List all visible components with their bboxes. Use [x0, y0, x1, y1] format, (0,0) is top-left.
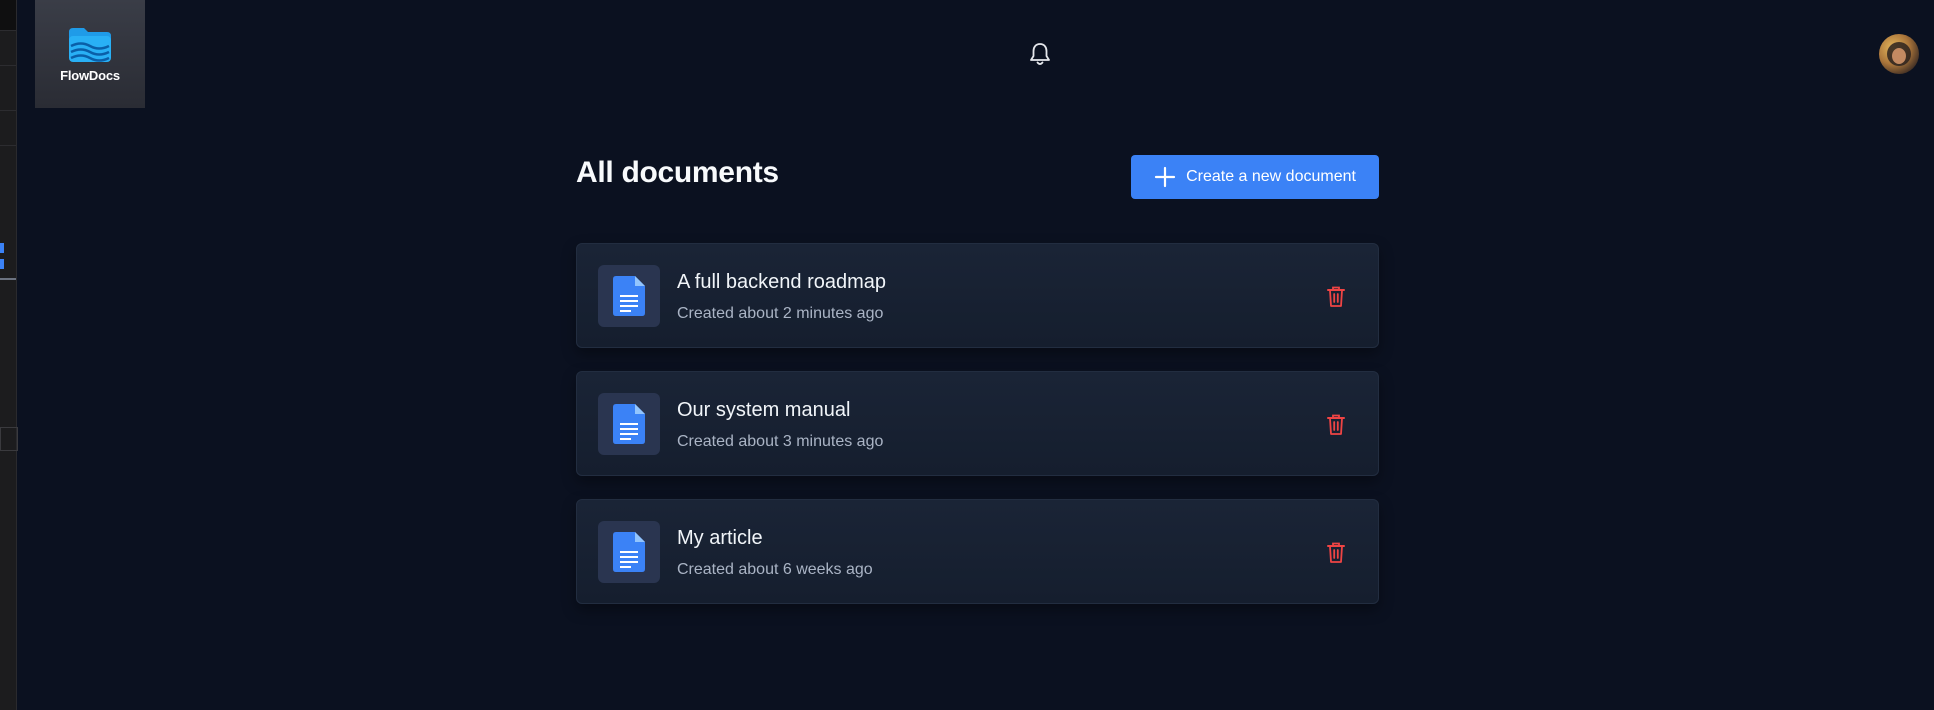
edge-segment — [0, 65, 16, 111]
document-thumbnail — [598, 265, 660, 327]
edge-divider — [0, 278, 16, 280]
trash-icon[interactable] — [1326, 542, 1346, 564]
document-card[interactable]: Our system manual Created about 3 minute… — [576, 371, 1379, 476]
document-thumbnail — [598, 521, 660, 583]
page-title: All documents — [576, 156, 779, 189]
trash-icon[interactable] — [1326, 286, 1346, 308]
document-created: Created about 3 minutes ago — [677, 433, 884, 450]
edge-segment — [0, 0, 16, 31]
document-icon — [613, 404, 645, 444]
document-title[interactable]: Our system manual — [677, 399, 850, 422]
app-logo[interactable]: FlowDocs — [35, 0, 145, 108]
edge-indicator — [0, 243, 4, 253]
document-created: Created about 2 minutes ago — [677, 305, 884, 322]
app-name: FlowDocs — [60, 67, 120, 83]
document-card[interactable]: My article Created about 6 weeks ago — [576, 499, 1379, 604]
document-title[interactable]: My article — [677, 527, 763, 550]
folder-logo-icon — [69, 27, 111, 62]
bell-icon[interactable] — [1028, 41, 1052, 67]
create-document-button[interactable]: Create a new document — [1131, 155, 1379, 199]
document-icon — [613, 532, 645, 572]
document-thumbnail — [598, 393, 660, 455]
document-card[interactable]: A full backend roadmap Created about 2 m… — [576, 243, 1379, 348]
avatar-face — [1892, 48, 1906, 64]
document-icon — [613, 276, 645, 316]
edge-segment — [0, 427, 18, 451]
edge-segment — [0, 110, 16, 146]
trash-icon[interactable] — [1326, 414, 1346, 436]
document-title[interactable]: A full backend roadmap — [677, 271, 886, 294]
plus-icon — [1154, 166, 1176, 188]
left-edge-strip — [0, 0, 18, 710]
edge-segment — [0, 30, 16, 66]
user-avatar[interactable] — [1879, 34, 1919, 74]
app-window: FlowDocs All documents Create a new docu… — [0, 0, 1934, 710]
document-list: A full backend roadmap Created about 2 m… — [576, 243, 1379, 627]
edge-indicator — [0, 259, 4, 269]
create-document-label: Create a new document — [1186, 168, 1356, 185]
document-created: Created about 6 weeks ago — [677, 561, 873, 578]
